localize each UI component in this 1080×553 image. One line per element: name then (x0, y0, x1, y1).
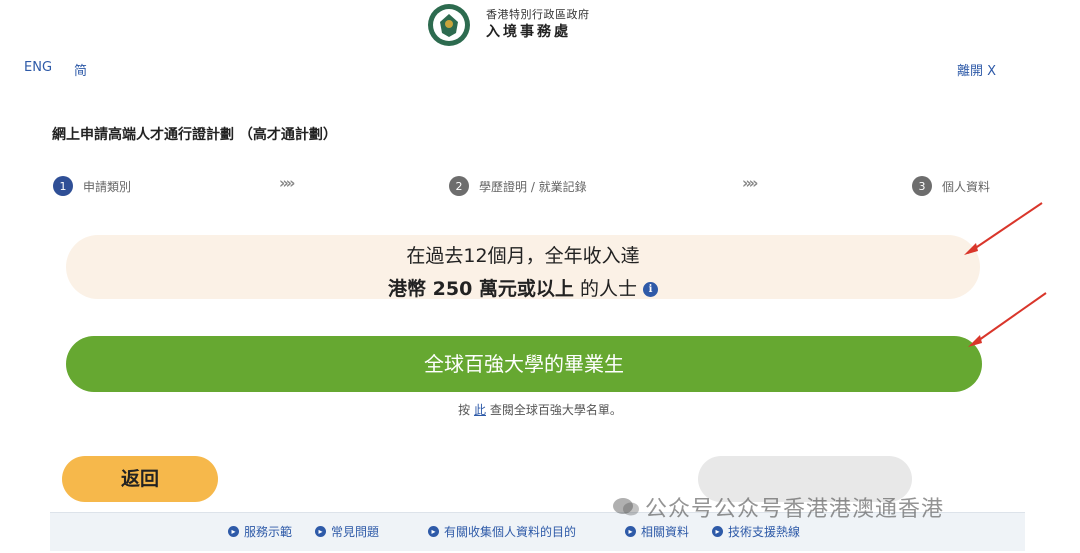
footer-link-privacy[interactable]: ▸ 有關收集個人資料的目的 (428, 523, 576, 540)
arrow-right-icon: ▸ (625, 526, 636, 537)
option-high-income[interactable]: 在過去12個月，全年收入達 港幣 250 萬元或以上 的人士 i (66, 235, 980, 301)
back-button[interactable]: 返回 (62, 456, 218, 502)
income-threshold: 港幣 250 萬元或以上 (388, 278, 574, 300)
footer-link-label: 相關資料 (641, 525, 690, 539)
hint-suffix: 查閱全球百強大學名單。 (486, 403, 622, 417)
university-list-link[interactable]: 此 (474, 403, 486, 417)
department-name-small: 香港特別行政區政府 (486, 8, 590, 21)
step-number: 2 (449, 176, 469, 196)
footer-link-label: 有關收集個人資料的目的 (444, 525, 577, 539)
step-label: 個人資料 (942, 179, 991, 194)
footer-link-faq[interactable]: ▸ 常見問題 (315, 523, 379, 540)
arrow-right-icon: ▸ (428, 526, 439, 537)
chevron-right-icon: »» (279, 174, 295, 192)
step-3: 3 個人資料 (912, 176, 990, 196)
option-high-income-line1: 在過去12個月，全年收入達 (406, 245, 640, 267)
footer-link-label: 技術支援熱線 (728, 525, 801, 539)
step-2: 2 學歷證明 / 就業記錄 (449, 176, 587, 196)
step-number: 1 (53, 176, 73, 196)
option-top-university[interactable]: 全球百強大學的畢業生 (66, 336, 982, 392)
step-number: 3 (912, 176, 932, 196)
page-title: 網上申請高端人才通行證計劃 （高才通計劃） (52, 127, 337, 143)
footer-link-support[interactable]: ▸ 技術支援熱線 (712, 523, 800, 540)
income-suffix: 的人士 (573, 278, 637, 300)
step-label: 學歷證明 / 就業記錄 (479, 179, 587, 194)
footer-link-label: 常見問題 (331, 525, 380, 539)
step-1: 1 申請類別 (53, 176, 131, 196)
watermark-text: 公众号公众号香港港澳通香港 (645, 497, 945, 522)
annotation-arrows (964, 202, 1047, 347)
logout-link[interactable]: 離開 X (957, 60, 996, 79)
arrow-right-icon: ▸ (712, 526, 723, 537)
arrow-right-icon: ▸ (315, 526, 326, 537)
department-name: 入境事務處 (486, 24, 571, 40)
step-label: 申請類別 (83, 179, 132, 194)
footer-link-related[interactable]: ▸ 相關資料 (625, 523, 689, 540)
option-high-income-line2: 港幣 250 萬元或以上 的人士 i (66, 274, 980, 301)
lang-english-link[interactable]: ENG (24, 60, 52, 75)
university-list-hint: 按 此 查閱全球百強大學名單。 (0, 401, 1080, 418)
wechat-icon (613, 498, 639, 516)
lang-simplified-link[interactable]: 简 (74, 60, 87, 79)
footer-link-demo[interactable]: ▸ 服務示範 (228, 523, 292, 540)
chevron-right-icon: »» (742, 174, 758, 192)
emblem-icon (428, 4, 470, 46)
footer-link-label: 服務示範 (244, 525, 293, 539)
arrow-right-icon: ▸ (228, 526, 239, 537)
info-icon[interactable]: i (642, 282, 658, 297)
hint-prefix: 按 (458, 403, 474, 417)
